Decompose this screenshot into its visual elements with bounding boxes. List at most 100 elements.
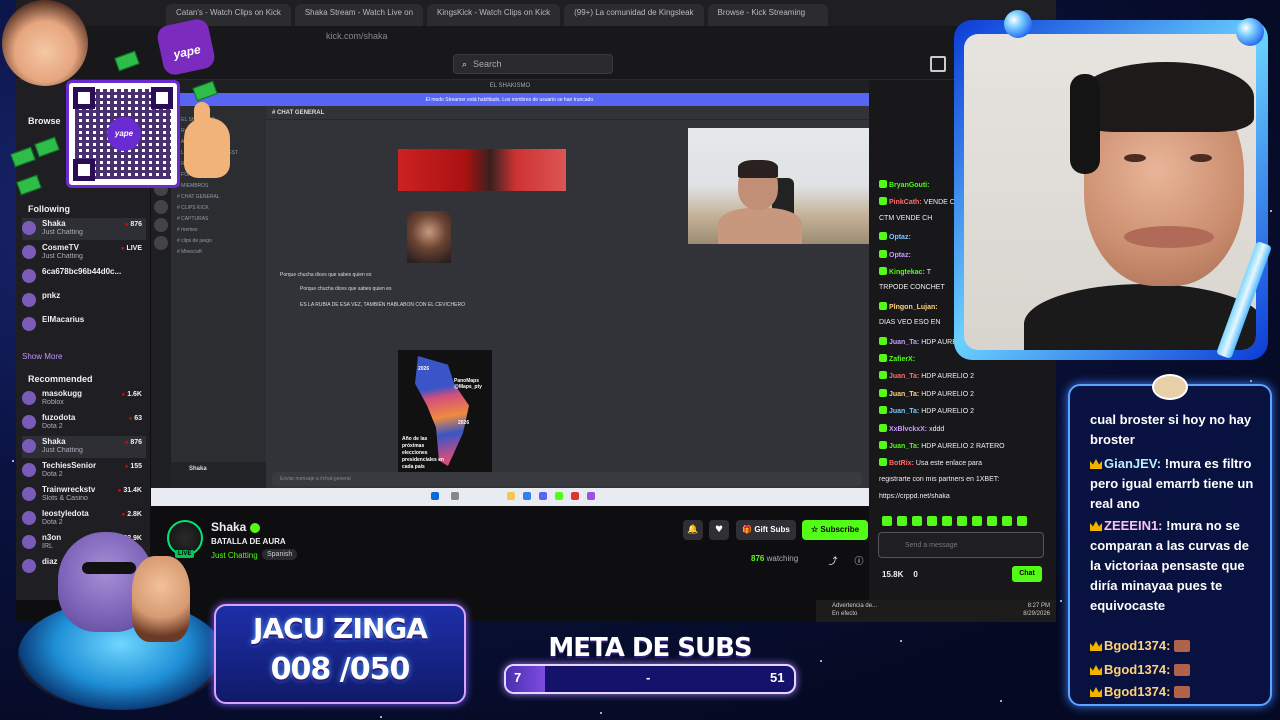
sidebar-item-following[interactable]: 6ca678bc96b44d0c... [22,266,146,288]
grid-icon[interactable] [930,56,946,72]
emote-icon[interactable] [882,516,892,526]
chat-image-red[interactable] [398,149,566,191]
chat-username[interactable]: ZafierX: [889,356,915,363]
language-tag[interactable]: Spanish [262,549,298,560]
chat-username[interactable]: Kingtekac: [889,269,925,276]
chat-message-input[interactable]: Send a message [878,532,1044,558]
browser-tab[interactable]: Browse - Kick Streaming [707,4,828,26]
chat-username[interactable]: Optaz: [889,252,911,259]
clock-time: 8:27 PM [1027,603,1050,609]
system-clock[interactable]: 8:27 PM 8/29/2026 [1023,602,1050,618]
server-icon[interactable] [154,218,168,232]
sidebar-item-recommended[interactable]: ShakaJust Chatting 876 [22,436,146,458]
channel-header-name: CHAT GENERAL [277,110,325,116]
chat-text: TRPODE CONCHET [879,284,945,292]
search-input[interactable]: ⌕ Search [453,54,613,74]
discord-channel[interactable]: # CAPTURAS [177,216,260,222]
map-year: 2026 [418,366,430,372]
tray-alert[interactable]: Advertencia de... En efecto [832,602,877,618]
chat-username[interactable]: Juan_Ta: [889,408,919,415]
server-icon[interactable] [154,200,168,214]
sidebar-item-following[interactable]: ShakaJust Chatting 876 [22,218,146,240]
windows-start-icon[interactable] [431,492,439,500]
chat-text: https://crppd.net/shaka [879,493,950,501]
chat-username[interactable]: Juan_Ta: [889,339,919,346]
emote-icon[interactable] [957,516,967,526]
alert-line: En efecto [832,611,858,617]
badge-icon [879,197,887,206]
chat-username[interactable]: BotRix: [889,460,914,467]
discord-channel[interactable]: # memes [177,227,260,233]
channel-name: masokugg [42,389,83,398]
stream-category[interactable]: Just Chatting [211,551,258,560]
emote-icon[interactable] [972,516,982,526]
server-icon[interactable] [154,236,168,250]
sub-goal-current: 7 [514,670,522,685]
viewer-count: LIVE [121,245,142,252]
emote-icon[interactable] [897,516,907,526]
app-icon[interactable] [571,492,579,500]
info-icon[interactable]: ⓘ [849,552,869,572]
chat-username[interactable]: XxBlvckxX: [889,426,927,433]
emote-icon[interactable] [1017,516,1027,526]
browser-tab[interactable]: Shaka Stream - Watch Live on [294,4,424,26]
verified-icon [250,522,261,533]
emote-icon [1174,686,1191,698]
discord-channel[interactable]: # MIEMBROS [177,183,260,189]
sidebar-item-following[interactable]: ElMacarius [22,314,146,336]
sidebar-item-recommended[interactable]: leostyledotaDota 2 2.8K [22,508,146,530]
chat-send-button[interactable]: Chat [1012,566,1042,582]
chat-username[interactable]: PinkCath: [889,199,922,206]
viewer-count-value: 876 [751,554,765,563]
browse-label[interactable]: Browse [22,116,67,126]
jacu-title: JACU ZINGA [253,612,428,645]
bell-icon[interactable]: 🔔 [683,520,703,540]
avatar [22,487,36,501]
sidebar-item-recommended[interactable]: masokuggRoblox 1.6K [22,388,146,410]
sidebar-item-recommended[interactable]: fuzodotaDota 2 63 [22,412,146,434]
kick-icon[interactable] [555,492,563,500]
following-label: Following [28,204,70,214]
discord-channel[interactable]: # CLIPS KICK [177,205,260,211]
discord-channel-header: # CHAT GENERAL [266,106,869,120]
show-more-link[interactable]: Show More [22,352,62,361]
discord-channel[interactable]: # Minecraft [177,249,260,255]
browser-tab[interactable]: KingsKick - Watch Clips on Kick [427,4,561,26]
folder-icon[interactable] [507,492,515,500]
chat-username[interactable]: Juan_Ta: [889,391,919,398]
share-icon[interactable]: ⤴ [823,552,843,572]
emote-icon[interactable] [927,516,937,526]
browser-tab[interactable]: (99+) La comunidad de Kingsleak [564,4,704,26]
anime-avatar-graphic [2,0,88,86]
discord-channel[interactable]: # CHAT GENERAL [177,194,260,200]
chat-username[interactable]: Optaz: [889,234,911,241]
search-icon: ⌕ [462,59,468,69]
subscribe-button[interactable]: ☆ Subscribe [802,520,868,540]
channel-name: fuzodota [42,413,76,422]
chat-username[interactable]: BryanGouti: [889,182,929,189]
heart-icon[interactable]: ♥ [709,520,729,540]
emote-icon[interactable] [942,516,952,526]
chat-image-map[interactable]: 2026 2026 PanoMaps @Maps_pty Año de las … [398,350,492,478]
chat-username[interactable]: Plngon_Lujan: [889,304,938,311]
sidebar-item-recommended[interactable]: TechiesSeniorDota 2 155 [22,460,146,482]
taskbar-search-icon[interactable] [451,492,459,500]
edge-icon[interactable] [523,492,531,500]
emote-icon[interactable] [912,516,922,526]
emote-icon[interactable] [1002,516,1012,526]
app-icon[interactable] [587,492,595,500]
chat-username[interactable]: Juan_Ta: [889,443,919,450]
chat-image-portrait[interactable] [407,211,451,263]
emote-icon[interactable] [987,516,997,526]
gift-subs-button[interactable]: 🎁 Gift Subs [736,520,796,540]
sidebar-item-following[interactable]: pnkz [22,290,146,312]
discord-message-input[interactable]: Enviar mensaje a #chat-general [272,472,862,486]
discord-icon[interactable] [539,492,547,500]
sidebar-item-following[interactable]: CosmeTVJust Chatting LIVE [22,242,146,264]
map-credit: PanoMaps @Maps_pty [454,378,482,390]
chat-message: Juan_Ta: HDP AURELIO 2 [879,406,1049,415]
discord-channel[interactable]: # clips de juego [177,238,260,244]
channel-name[interactable]: Shaka [211,520,261,534]
chat-username[interactable]: Juan_Ta: [889,373,919,380]
sidebar-item-recommended[interactable]: TrainwreckstvSlots & Casino 31.4K [22,484,146,506]
